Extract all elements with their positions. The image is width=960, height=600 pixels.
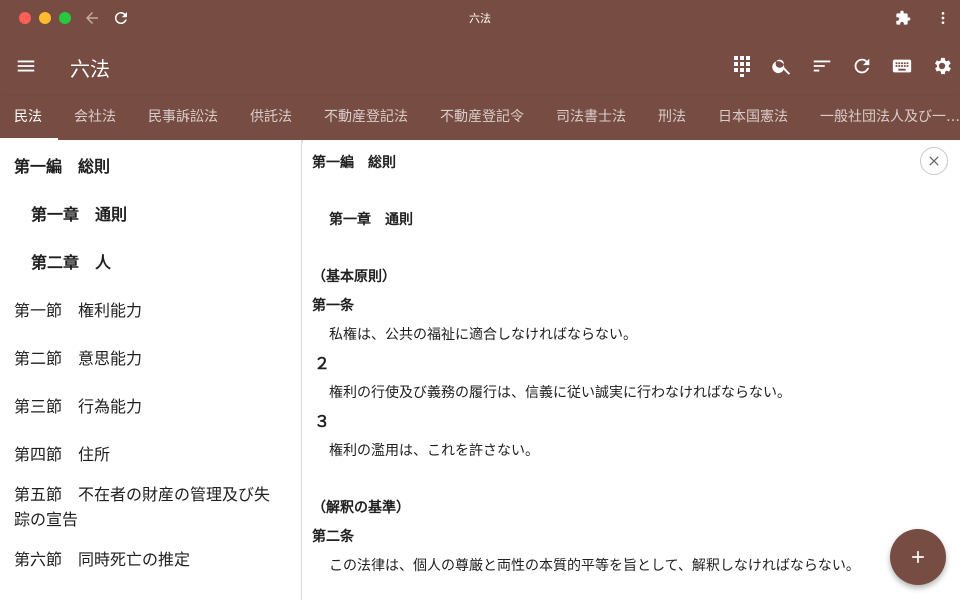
apps-icon[interactable]: [728, 52, 756, 80]
menu-icon[interactable]: [12, 52, 40, 80]
paragraph-number: ３: [314, 412, 331, 431]
app-bar: 六法: [0, 36, 960, 96]
toc-item[interactable]: 第二章 人: [31, 250, 111, 276]
tab-judicial-scrivener-act[interactable]: 司法書士法: [556, 96, 626, 140]
tab-civil-code[interactable]: 民法: [14, 96, 42, 140]
add-icon[interactable]: [890, 529, 946, 585]
law-tabs: 民法 会社法 民事訴訟法 供託法 不動産登記法 不動産登記令 司法書士法 刑法 …: [0, 96, 960, 140]
window-titlebar: 六法: [0, 0, 960, 36]
toc-item-continued[interactable]: 踪の宣告: [14, 507, 78, 533]
extension-icon[interactable]: [891, 6, 915, 30]
tab-real-property-registration-act[interactable]: 不動産登記法: [324, 96, 408, 140]
article-number: 第二条: [312, 529, 354, 545]
tab-general-incorporated-associations[interactable]: 一般社団法人及び一…: [820, 96, 960, 140]
toc-item[interactable]: 第一章 通則: [31, 202, 127, 228]
tab-constitution[interactable]: 日本国憲法: [718, 96, 788, 140]
close-icon[interactable]: [920, 147, 948, 175]
article-paragraph: 権利の行使及び義務の履行は、信義に従い誠実に行わなければならない。: [329, 385, 791, 401]
toc-item[interactable]: 第一編 総則: [14, 154, 110, 180]
refresh-icon[interactable]: [848, 52, 876, 80]
tab-deposit-act[interactable]: 供託法: [250, 96, 292, 140]
tab-companies-act[interactable]: 会社法: [74, 96, 116, 140]
article-paragraph: この法律は、個人の尊厳と両性の本質的平等を旨として、解釈しなければならない。: [329, 558, 860, 574]
article-caption: （解釈の基準）: [312, 500, 410, 516]
article-paragraph: 権利の濫用は、これを許さない。: [329, 443, 539, 459]
article-caption: （基本原則）: [312, 269, 396, 285]
tab-penal-code[interactable]: 刑法: [658, 96, 686, 140]
paragraph-number: ２: [314, 354, 331, 373]
toc-panel: 第一編 総則 第一章 通則 第二章 人 第一節 権利能力 第二節 意思能力 第三…: [0, 140, 302, 600]
toc-item[interactable]: 第二節 意思能力: [14, 346, 142, 372]
search-icon[interactable]: [768, 52, 796, 80]
chapter-heading: 第一章 通則: [329, 212, 413, 228]
part-heading: 第一編 総則: [312, 155, 396, 171]
tab-civil-procedure[interactable]: 民事訴訟法: [148, 96, 218, 140]
window-title: 六法: [469, 12, 491, 25]
tab-real-property-registration-order[interactable]: 不動産登記令: [440, 96, 524, 140]
toc-item[interactable]: 第六節 同時死亡の推定: [14, 547, 190, 573]
toc-item[interactable]: 第一節 権利能力: [14, 298, 142, 324]
toc-item[interactable]: 第三節 行為能力: [14, 394, 142, 420]
more-vert-icon[interactable]: [931, 6, 955, 30]
settings-icon[interactable]: [928, 52, 956, 80]
app-title: 六法: [70, 57, 110, 81]
toc-item[interactable]: 第四節 住所: [14, 442, 110, 468]
keyboard-icon[interactable]: [888, 52, 916, 80]
article-number: 第一条: [312, 298, 354, 314]
sort-icon[interactable]: [808, 52, 836, 80]
law-text-panel: 第一編 総則 第一章 通則 （基本原則） 第一条 私権は、公共の福祉に適合しなけ…: [303, 140, 960, 600]
toc-item[interactable]: 第五節 不在者の財産の管理及び失: [14, 482, 270, 508]
article-paragraph: 私権は、公共の福祉に適合しなければならない。: [329, 327, 637, 343]
app-window: 六法 六法 民法 会社法 民事訴訟法 供託法 不動産登記法 不動産登記令 司法書…: [0, 0, 960, 600]
